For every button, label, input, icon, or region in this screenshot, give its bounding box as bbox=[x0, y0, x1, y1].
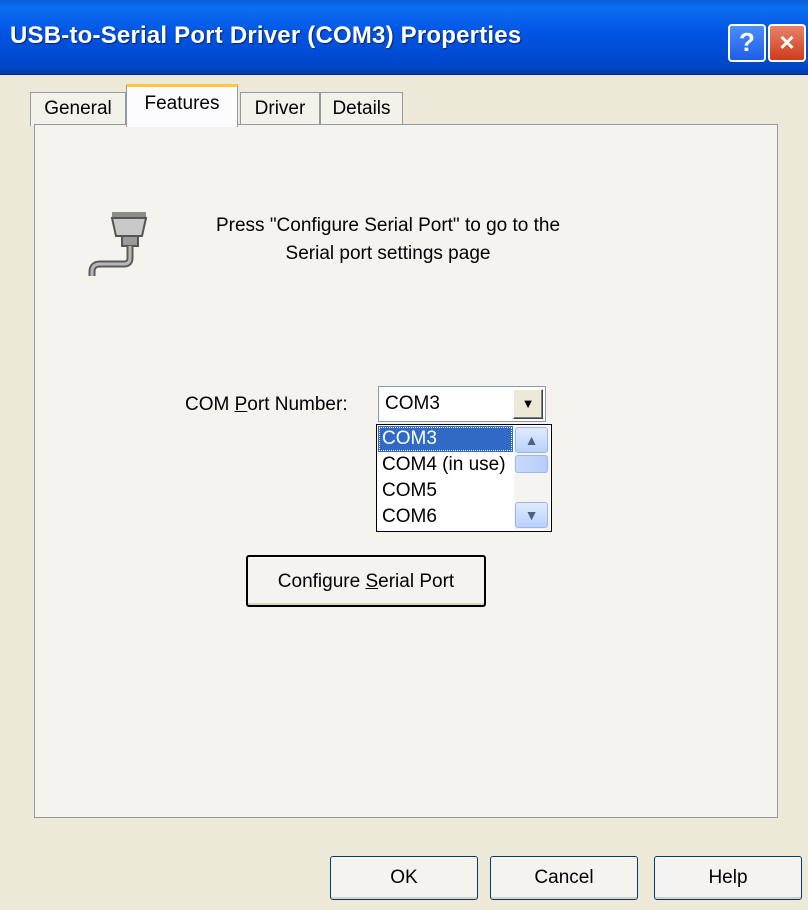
list-item[interactable]: COM3 bbox=[378, 426, 513, 452]
tab-features[interactable]: Features bbox=[126, 84, 238, 127]
close-button[interactable]: × bbox=[768, 24, 806, 62]
configure-label-part: Configure bbox=[277, 571, 366, 592]
com-port-label: COM Port Number: bbox=[185, 394, 348, 416]
help-button[interactable]: Help bbox=[654, 856, 802, 900]
com-label-mnemonic: P bbox=[234, 394, 248, 415]
cancel-button[interactable]: Cancel bbox=[490, 856, 638, 900]
list-item[interactable]: COM4 (in use) bbox=[378, 452, 513, 478]
com-port-value: COM3 bbox=[385, 393, 440, 414]
com-label-part: COM bbox=[185, 394, 235, 415]
com-label-part: ort Number: bbox=[247, 394, 348, 415]
ok-button[interactable]: OK bbox=[330, 856, 478, 900]
info-text: Press "Configure Serial Port" to go to t… bbox=[178, 212, 598, 268]
configure-label-part: erial Port bbox=[378, 571, 455, 592]
scroll-thumb[interactable] bbox=[515, 455, 548, 473]
list-item[interactable]: COM6 bbox=[378, 504, 513, 530]
configure-serial-port-button[interactable]: Configure Serial Port bbox=[246, 555, 486, 607]
chevron-up-icon[interactable]: ▲ bbox=[515, 427, 548, 453]
tab-general[interactable]: General bbox=[30, 92, 126, 126]
chevron-down-icon[interactable]: ▼ bbox=[513, 389, 543, 419]
title-bar: USB-to-Serial Port Driver (COM3) Propert… bbox=[0, 0, 808, 75]
scrollbar[interactable]: ▲ ▼ bbox=[514, 426, 550, 530]
serial-port-icon bbox=[88, 212, 148, 276]
tab-driver[interactable]: Driver bbox=[240, 92, 320, 126]
chevron-down-icon[interactable]: ▼ bbox=[515, 502, 548, 528]
com-port-dropdown-list[interactable]: COM3 COM4 (in use) COM5 COM6 ▲ ▼ bbox=[376, 424, 552, 532]
help-title-button[interactable]: ? bbox=[728, 24, 766, 62]
list-item[interactable]: COM5 bbox=[378, 478, 513, 504]
window-title: USB-to-Serial Port Driver (COM3) Propert… bbox=[10, 22, 522, 49]
info-line-2: Serial port settings page bbox=[285, 243, 491, 264]
info-line-1: Press "Configure Serial Port" to go to t… bbox=[215, 215, 561, 236]
configure-label-mnemonic: S bbox=[365, 571, 379, 592]
tab-details[interactable]: Details bbox=[320, 92, 403, 126]
com-port-select[interactable]: COM3 ▼ bbox=[378, 386, 546, 422]
